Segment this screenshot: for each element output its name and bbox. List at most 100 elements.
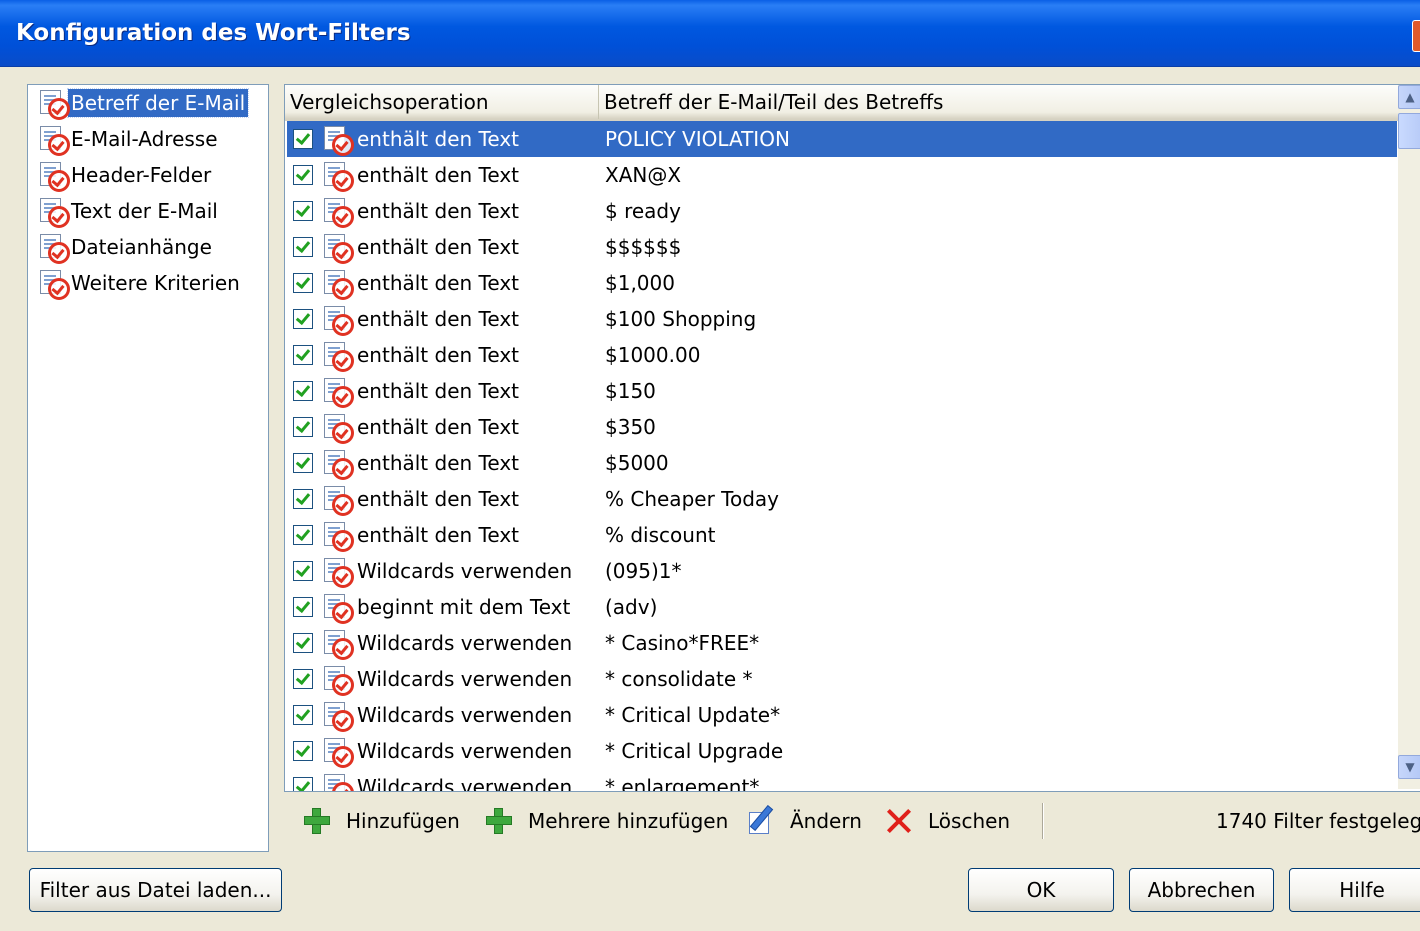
table-row[interactable]: enthält den Text % Cheaper Today bbox=[287, 481, 1397, 517]
row-operation: enthält den Text bbox=[357, 199, 519, 223]
row-checkbox[interactable] bbox=[293, 345, 313, 365]
category-label: Dateianhänge bbox=[71, 235, 212, 259]
row-checkbox[interactable] bbox=[293, 741, 313, 761]
filter-icon bbox=[322, 232, 354, 264]
filter-list[interactable]: Vergleichsoperation Betreff der E-Mail/T… bbox=[284, 84, 1420, 792]
category-item-header-fields[interactable]: Header-Felder bbox=[38, 158, 214, 192]
row-value: $1000.00 bbox=[605, 343, 701, 367]
filter-icon bbox=[38, 124, 70, 156]
row-checkbox[interactable] bbox=[293, 705, 313, 725]
title-bar[interactable]: Konfiguration des Wort-Filters bbox=[0, 0, 1420, 67]
category-label: Header-Felder bbox=[71, 163, 212, 187]
table-row[interactable]: enthält den Text $150 bbox=[287, 373, 1397, 409]
row-checkbox[interactable] bbox=[293, 129, 313, 149]
table-row[interactable]: beginnt mit dem Text (adv) bbox=[287, 589, 1397, 625]
row-checkbox[interactable] bbox=[293, 273, 313, 293]
row-checkbox[interactable] bbox=[293, 237, 313, 257]
scroll-down-icon[interactable]: ▼ bbox=[1398, 755, 1420, 779]
filter-icon bbox=[38, 196, 70, 228]
table-row[interactable]: Wildcards verwenden * Casino*FREE* bbox=[287, 625, 1397, 661]
row-operation: Wildcards verwenden bbox=[357, 703, 573, 727]
table-row[interactable]: enthält den Text $$$$$$ bbox=[287, 229, 1397, 265]
filter-icon bbox=[322, 484, 354, 516]
filter-icon bbox=[322, 340, 354, 372]
list-header: Vergleichsoperation Betreff der E-Mail/T… bbox=[285, 85, 1399, 121]
table-row[interactable]: Wildcards verwenden * Critical Update* bbox=[287, 697, 1397, 733]
close-button[interactable] bbox=[1412, 20, 1420, 52]
category-item-email-text[interactable]: Text der E-Mail bbox=[38, 194, 221, 228]
row-checkbox[interactable] bbox=[293, 561, 313, 581]
table-row[interactable]: enthält den Text % discount bbox=[287, 517, 1397, 553]
table-row[interactable]: enthält den Text $5000 bbox=[287, 445, 1397, 481]
row-value: % discount bbox=[605, 523, 716, 547]
category-item-attachments[interactable]: Dateianhänge bbox=[38, 230, 215, 264]
row-checkbox[interactable] bbox=[293, 597, 313, 617]
category-list[interactable]: Betreff der E-Mail E-Mail-Adresse Header… bbox=[27, 84, 269, 852]
row-checkbox[interactable] bbox=[293, 309, 313, 329]
table-row[interactable]: enthält den Text POLICY VIOLATION bbox=[287, 121, 1397, 157]
row-checkbox[interactable] bbox=[293, 201, 313, 221]
table-row[interactable]: enthält den Text $1,000 bbox=[287, 265, 1397, 301]
load-from-file-button[interactable]: Filter aus Datei laden... bbox=[29, 868, 282, 912]
row-operation: enthält den Text bbox=[357, 523, 519, 547]
table-row[interactable]: Wildcards verwenden (095)1* bbox=[287, 553, 1397, 589]
column-header-operation[interactable]: Vergleichsoperation bbox=[285, 85, 599, 119]
pencil-icon bbox=[746, 805, 776, 836]
delete-x-icon bbox=[884, 806, 914, 836]
row-value: (adv) bbox=[605, 595, 658, 619]
filter-icon bbox=[322, 700, 354, 732]
row-checkbox[interactable] bbox=[293, 633, 313, 653]
row-checkbox[interactable] bbox=[293, 165, 313, 185]
row-checkbox[interactable] bbox=[293, 489, 313, 509]
add-button[interactable]: Hinzufügen bbox=[302, 793, 460, 849]
category-item-email-address[interactable]: E-Mail-Adresse bbox=[38, 122, 221, 156]
add-label: Hinzufügen bbox=[346, 809, 460, 833]
row-operation: enthält den Text bbox=[357, 379, 519, 403]
plus-icon bbox=[302, 806, 332, 836]
category-item-betreff[interactable]: Betreff der E-Mail bbox=[38, 86, 250, 120]
cancel-button[interactable]: Abbrechen bbox=[1129, 868, 1274, 912]
row-value: * Casino*FREE* bbox=[605, 631, 760, 655]
row-value: $100 Shopping bbox=[605, 307, 757, 331]
row-checkbox[interactable] bbox=[293, 417, 313, 437]
row-value: $350 bbox=[605, 415, 656, 439]
table-row[interactable]: enthält den Text $350 bbox=[287, 409, 1397, 445]
row-operation: enthält den Text bbox=[357, 451, 519, 475]
row-checkbox[interactable] bbox=[293, 381, 313, 401]
ok-button[interactable]: OK bbox=[968, 868, 1114, 912]
table-row[interactable]: enthält den Text $ ready bbox=[287, 193, 1397, 229]
row-checkbox[interactable] bbox=[293, 669, 313, 689]
table-row[interactable]: enthält den Text XAN@X bbox=[287, 157, 1397, 193]
filter-icon bbox=[38, 232, 70, 264]
add-multiple-button[interactable]: Mehrere hinzufügen bbox=[484, 793, 728, 849]
row-value: * Critical Update* bbox=[605, 703, 781, 727]
scroll-thumb[interactable] bbox=[1398, 113, 1420, 149]
add-multiple-label: Mehrere hinzufügen bbox=[528, 809, 729, 833]
column-header-subject[interactable]: Betreff der E-Mail/Teil des Betreffs bbox=[599, 85, 1399, 119]
help-button[interactable]: Hilfe bbox=[1289, 868, 1420, 912]
edit-label: Ändern bbox=[790, 809, 862, 833]
filter-icon bbox=[322, 520, 354, 552]
table-row[interactable]: enthält den Text $1000.00 bbox=[287, 337, 1397, 373]
row-checkbox[interactable] bbox=[293, 525, 313, 545]
toolbar-separator bbox=[1042, 803, 1043, 839]
row-value: $$$$$$ bbox=[605, 235, 682, 259]
filter-icon bbox=[322, 448, 354, 480]
row-checkbox[interactable] bbox=[293, 453, 313, 473]
table-row[interactable]: Wildcards verwenden * consolidate * bbox=[287, 661, 1397, 697]
filter-icon bbox=[322, 628, 354, 660]
edit-button[interactable]: Ändern bbox=[746, 793, 862, 849]
row-value: * enlargement* bbox=[605, 775, 760, 791]
table-row[interactable]: Wildcards verwenden * enlargement* bbox=[287, 769, 1397, 791]
delete-button[interactable]: Löschen bbox=[884, 793, 1010, 849]
filter-icon bbox=[322, 772, 354, 791]
filter-icon bbox=[322, 196, 354, 228]
row-checkbox[interactable] bbox=[293, 777, 313, 791]
table-row[interactable]: Wildcards verwenden * Critical Upgrade bbox=[287, 733, 1397, 769]
row-operation: Wildcards verwenden bbox=[357, 631, 573, 655]
list-rows: enthält den Text POLICY VIOLATION enthält … bbox=[285, 121, 1399, 791]
table-row[interactable]: enthält den Text $100 Shopping bbox=[287, 301, 1397, 337]
scroll-up-icon[interactable]: ▲ bbox=[1398, 85, 1420, 109]
vertical-scrollbar[interactable]: ▲ ▼ bbox=[1398, 85, 1420, 789]
category-item-more-criteria[interactable]: Weitere Kriterien bbox=[38, 266, 243, 300]
